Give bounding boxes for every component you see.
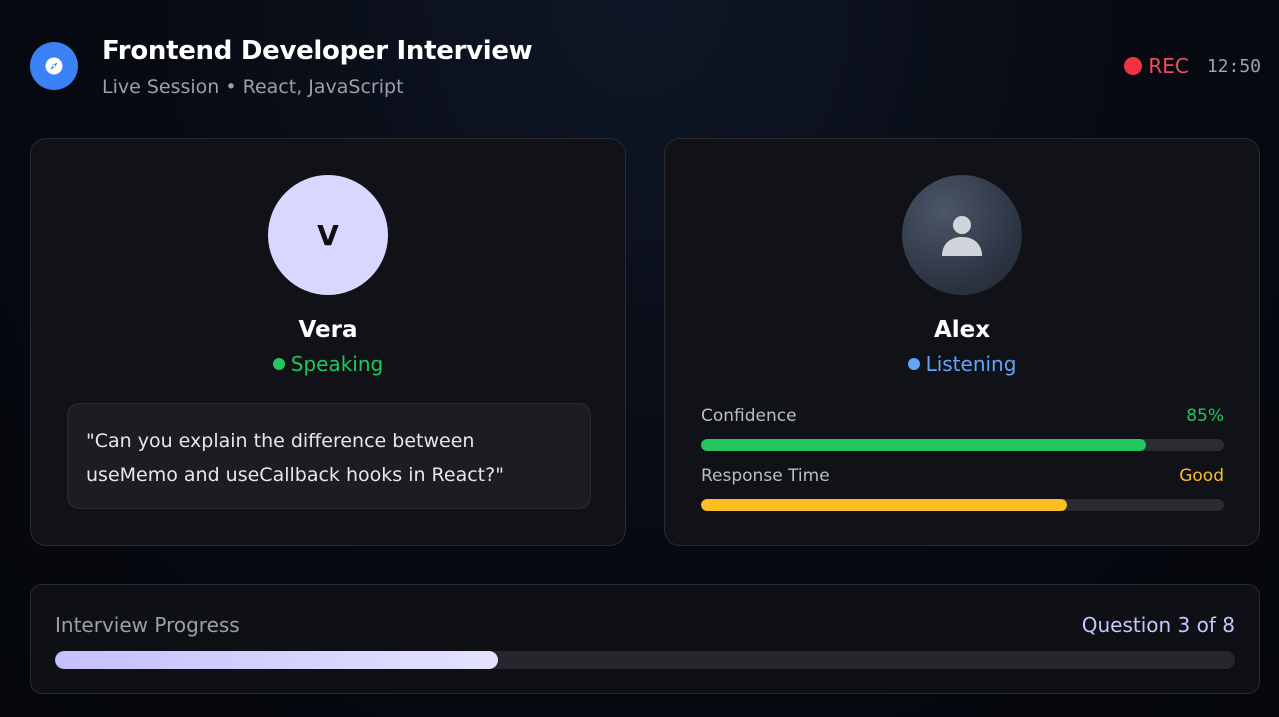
response-time-metric: Response Time Good [701, 465, 1224, 511]
candidate-name: Alex [933, 317, 991, 343]
status-label: Speaking [290, 352, 384, 376]
response-time-bar-fill [701, 499, 1068, 511]
response-time-bar-track [701, 499, 1224, 511]
compass-icon [30, 42, 78, 90]
header: Frontend Developer Interview Live Sessio… [30, 36, 1261, 106]
confidence-metric: Confidence 85% [701, 405, 1224, 451]
progress-label: Interview Progress [55, 613, 240, 637]
session-subtitle: Live Session • React, JavaScript [102, 76, 404, 98]
response-time-label: Response Time [701, 466, 830, 486]
progress-bar-fill [55, 651, 498, 669]
interviewer-card: V Vera Speaking "Can you explain the dif… [30, 138, 626, 546]
candidate-card: Alex Listening Confidence 85% Response T… [664, 138, 1260, 546]
interviewer-name: Vera [298, 317, 358, 343]
page-title: Frontend Developer Interview [102, 36, 533, 66]
status-dot-icon [907, 358, 920, 370]
avatar [902, 175, 1022, 295]
recording-dot-icon [1124, 57, 1143, 75]
status-dot-icon [272, 358, 285, 370]
confidence-value: 85% [1186, 406, 1224, 426]
status-label: Listening [925, 352, 1017, 376]
avatar-initial: V [317, 218, 339, 252]
interview-progress-card: Interview Progress Question 3 of 8 [30, 584, 1260, 694]
question-quote: "Can you explain the difference between … [67, 403, 591, 509]
confidence-label: Confidence [701, 406, 797, 426]
recording-indicator: REC 12:50 [1124, 54, 1261, 78]
rec-label: REC [1148, 54, 1189, 78]
session-timer: 12:50 [1206, 55, 1261, 77]
response-time-value: Good [1179, 466, 1224, 486]
confidence-bar-fill [701, 439, 1146, 451]
progress-bar-track [55, 651, 1235, 669]
question-counter: Question 3 of 8 [1081, 613, 1235, 637]
user-icon [942, 216, 982, 256]
confidence-bar-track [701, 439, 1224, 451]
status-badge: Listening [665, 352, 1259, 376]
status-badge: Speaking [31, 352, 625, 376]
avatar: V [268, 175, 388, 295]
